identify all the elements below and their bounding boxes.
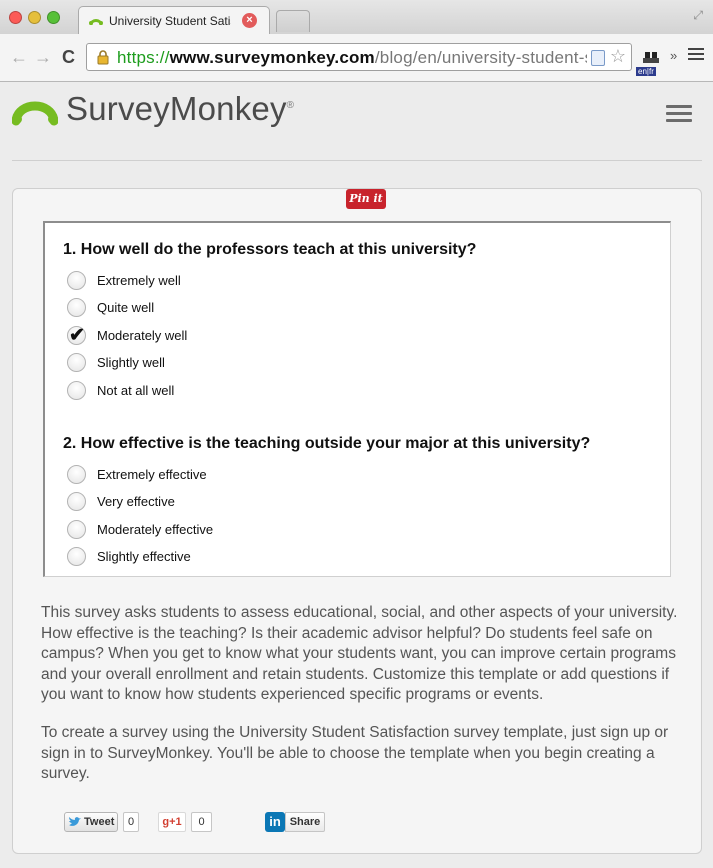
back-arrow-icon[interactable]: ← — [10, 47, 28, 68]
address-bar[interactable]: https://www.surveymonkey.com/blog/en/uni… — [86, 43, 632, 71]
forward-arrow-icon[interactable]: → — [34, 47, 52, 68]
bookmark-star-icon[interactable]: ☆ — [610, 46, 626, 67]
option-label: Not at all well — [97, 383, 175, 398]
option-label: Quite well — [97, 300, 155, 315]
browser-toolbar: ← → C https://www.surveymonkey.com/blog/… — [0, 34, 713, 82]
template-description: This survey asks students to assess educ… — [41, 604, 678, 703]
google-plus-button[interactable]: g+1 — [158, 812, 186, 832]
radio-button[interactable] — [67, 381, 86, 400]
surveymonkey-favicon-icon — [89, 19, 103, 26]
question-title: 1. How well do the professors teach at t… — [63, 241, 477, 258]
tweet-widget: Tweet 0 — [64, 812, 144, 834]
tab-title: University Student Satisfac — [109, 14, 231, 28]
option-label: Slightly effective — [97, 549, 191, 564]
radio-button[interactable] — [67, 271, 86, 290]
close-window-button[interactable] — [9, 11, 22, 24]
linkedin-share-button[interactable]: Share — [285, 812, 325, 832]
option-label: Slightly well — [97, 355, 165, 370]
radio-button[interactable] — [67, 492, 86, 511]
tweet-button[interactable]: Tweet — [64, 812, 118, 832]
question-title: 2. How effective is the teaching outside… — [63, 435, 591, 452]
tab-close-icon[interactable]: × — [242, 13, 257, 28]
zoom-window-button[interactable] — [47, 11, 60, 24]
option-label: Extremely effective — [97, 467, 207, 482]
logo-wordmark[interactable]: SurveyMonkey® — [66, 90, 294, 128]
radio-button-selected[interactable]: ✔ — [67, 325, 86, 346]
signup-instructions: To create a survey using the University … — [41, 724, 669, 782]
radio-button[interactable] — [67, 353, 86, 372]
gplus-widget: g+1 0 — [158, 812, 228, 834]
extension-badge: en|fr — [636, 67, 656, 76]
browser-menu-icon[interactable] — [688, 48, 704, 62]
survey-preview: 1. How well do the professors teach at t… — [43, 221, 671, 577]
window-titlebar: University Student Satisfac × ⤢ — [0, 0, 713, 34]
url-text: https://www.surveymonkey.com/blog/en/uni… — [117, 48, 587, 67]
lock-icon — [97, 50, 109, 65]
radio-button[interactable] — [67, 520, 86, 539]
reload-icon[interactable]: C — [62, 47, 75, 68]
site-menu-icon[interactable] — [666, 105, 692, 123]
template-card: 1. How well do the professors teach at t… — [12, 188, 702, 854]
browser-tab[interactable]: University Student Satisfac × — [78, 6, 270, 34]
radio-button[interactable] — [67, 547, 86, 566]
radio-button[interactable] — [67, 298, 86, 317]
new-tab-button[interactable] — [276, 10, 310, 32]
option-label: Moderately effective — [97, 522, 214, 537]
surveymonkey-logo-icon[interactable] — [12, 95, 58, 127]
minimize-window-button[interactable] — [28, 11, 41, 24]
pinterest-button[interactable]: Pin it — [346, 189, 386, 209]
page-document-icon[interactable] — [591, 50, 605, 66]
option-label: Moderately well — [97, 328, 188, 343]
radio-button[interactable] — [67, 465, 86, 484]
tweet-count: 0 — [123, 812, 139, 832]
page-content: SurveyMonkey® 1. How well do the profess… — [0, 82, 713, 868]
gplus-count: 0 — [191, 812, 212, 832]
fullscreen-icon[interactable]: ⤢ — [693, 8, 703, 23]
overflow-chevron-icon[interactable]: » — [670, 48, 677, 63]
twitter-bird-icon — [69, 817, 81, 826]
header-divider — [12, 160, 702, 161]
checkmark-icon: ✔ — [69, 325, 85, 346]
option-label: Extremely well — [97, 273, 181, 288]
linkedin-widget[interactable]: in Share — [265, 812, 327, 834]
linkedin-icon: in — [265, 812, 285, 832]
option-label: Very effective — [97, 494, 175, 509]
